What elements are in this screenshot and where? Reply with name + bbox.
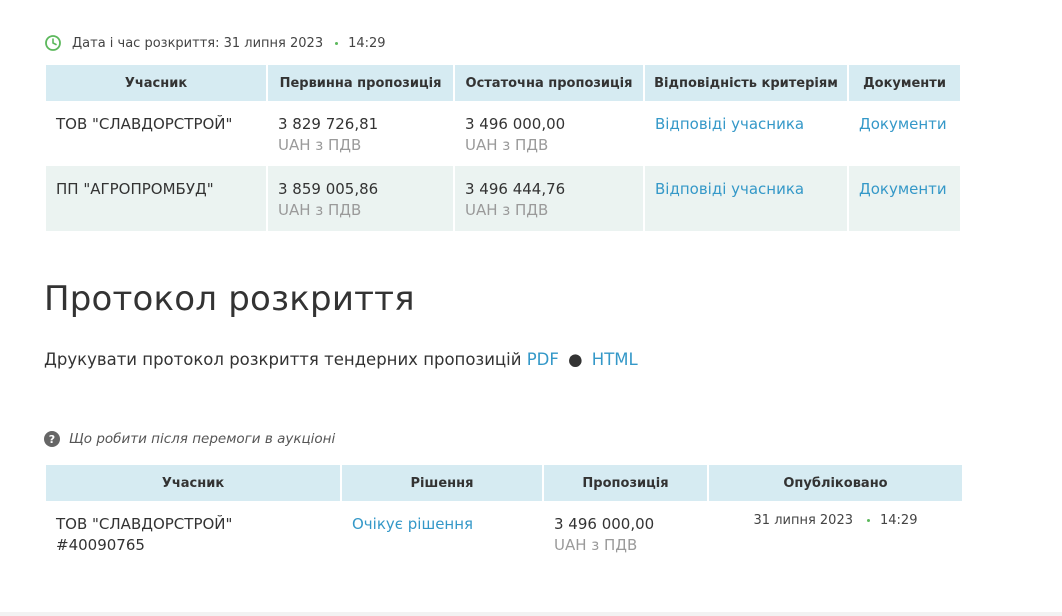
offer-amount: 3 496 000,00 xyxy=(554,515,655,533)
final-offer-amount: 3 496 444,76 xyxy=(465,180,566,198)
final-offer-cell: 3 496 444,76 UAH з ПДВ xyxy=(455,166,643,231)
column-header-initial-offer: Первинна пропозиція xyxy=(268,65,453,101)
decision-cell: Очікує рішення xyxy=(342,501,542,566)
auction-results-table: Учасник Первинна пропозиція Остаточна пр… xyxy=(44,65,962,231)
separator-dot xyxy=(867,519,870,522)
print-protocol-text: Друкувати протокол розкриття тендерних п… xyxy=(44,350,522,369)
participant-name: ПП "АГРОПРОМБУД" xyxy=(46,166,266,231)
print-protocol-row: Друкувати протокол розкриття тендерних п… xyxy=(44,350,638,369)
final-offer-cell: 3 496 000,00 UAH з ПДВ xyxy=(455,101,643,166)
participant-answers-link[interactable]: Відповіді учасника xyxy=(655,115,804,133)
criteria-cell: Відповіді учасника xyxy=(645,101,847,166)
initial-offer-amount: 3 829 726,81 xyxy=(278,115,379,133)
separator-dot xyxy=(335,41,339,45)
column-header-final-offer: Остаточна пропозиція xyxy=(455,65,643,101)
table-header-row: Учасник Рішення Пропозиція Опубліковано xyxy=(46,465,962,501)
opening-date: 31 липня 2023 xyxy=(223,35,324,51)
column-header-participant: Учасник xyxy=(46,465,340,501)
initial-offer-currency: UAH з ПДВ xyxy=(278,136,362,154)
published-time: 14:29 xyxy=(880,513,918,528)
column-header-participant: Учасник xyxy=(46,65,266,101)
documents-link[interactable]: Документи xyxy=(859,115,947,133)
participant-answers-link[interactable]: Відповіді учасника xyxy=(655,180,804,198)
column-header-criteria: Відповідність критеріям xyxy=(645,65,847,101)
opening-time: 14:29 xyxy=(348,35,386,51)
participant-code: #40090765 xyxy=(56,536,145,554)
column-header-documents: Документи xyxy=(849,65,960,101)
participant-name: ТОВ "СЛАВДОРСТРОЙ" xyxy=(46,101,266,166)
final-offer-currency: UAH з ПДВ xyxy=(465,136,549,154)
initial-offer-cell: 3 829 726,81 UAH з ПДВ xyxy=(268,101,453,166)
documents-cell: Документи xyxy=(849,101,960,166)
awaiting-decision-link[interactable]: Очікує рішення xyxy=(352,515,473,533)
final-offer-amount: 3 496 000,00 xyxy=(465,115,566,133)
clock-icon xyxy=(44,34,62,52)
criteria-cell: Відповіді учасника xyxy=(645,166,847,231)
table-header-row: Учасник Первинна пропозиція Остаточна пр… xyxy=(46,65,960,101)
column-header-decision: Рішення xyxy=(342,465,542,501)
table-row: ТОВ "СЛАВДОРСТРОЙ" 3 829 726,81 UAH з ПД… xyxy=(46,101,960,166)
column-header-offer: Пропозиція xyxy=(544,465,707,501)
html-link[interactable]: HTML xyxy=(592,350,638,369)
final-offer-currency: UAH з ПДВ xyxy=(465,201,549,219)
documents-cell: Документи xyxy=(849,166,960,231)
published-date: 31 липня 2023 xyxy=(753,513,853,528)
offer-currency: UAH з ПДВ xyxy=(554,536,638,554)
protocol-title: Протокол розкриття xyxy=(44,279,415,319)
question-icon: ? xyxy=(44,431,60,447)
initial-offer-cell: 3 859 005,86 UAH з ПДВ xyxy=(268,166,453,231)
opening-label: Дата і час розкриття: xyxy=(72,35,220,51)
table-row: ТОВ "СЛАВДОРСТРОЙ" #40090765 Очікує ріше… xyxy=(46,501,962,566)
offer-cell: 3 496 000,00 UAH з ПДВ xyxy=(544,501,707,566)
page-divider xyxy=(0,612,1062,616)
pdf-link[interactable]: PDF xyxy=(527,350,559,369)
table-row: ПП "АГРОПРОМБУД" 3 859 005,86 UAH з ПДВ … xyxy=(46,166,960,231)
documents-link[interactable]: Документи xyxy=(859,180,947,198)
participant-cell: ТОВ "СЛАВДОРСТРОЙ" #40090765 xyxy=(46,501,340,566)
published-cell: 31 липня 2023 14:29 xyxy=(709,501,962,566)
participant-name: ТОВ "СЛАВДОРСТРОЙ" xyxy=(56,515,233,533)
initial-offer-currency: UAH з ПДВ xyxy=(278,201,362,219)
initial-offer-amount: 3 859 005,86 xyxy=(278,180,379,198)
help-after-win[interactable]: ? Що робити після перемоги в аукціоні xyxy=(44,431,335,447)
help-text[interactable]: Що робити після перемоги в аукціоні xyxy=(69,431,335,447)
bullet-separator: ● xyxy=(568,350,583,369)
opening-datetime: Дата і час розкриття: 31 липня 2023 14:2… xyxy=(44,33,386,53)
decisions-table: Учасник Рішення Пропозиція Опубліковано … xyxy=(44,465,964,566)
published-datetime: 31 липня 2023 14:29 xyxy=(719,513,952,528)
column-header-published: Опубліковано xyxy=(709,465,962,501)
